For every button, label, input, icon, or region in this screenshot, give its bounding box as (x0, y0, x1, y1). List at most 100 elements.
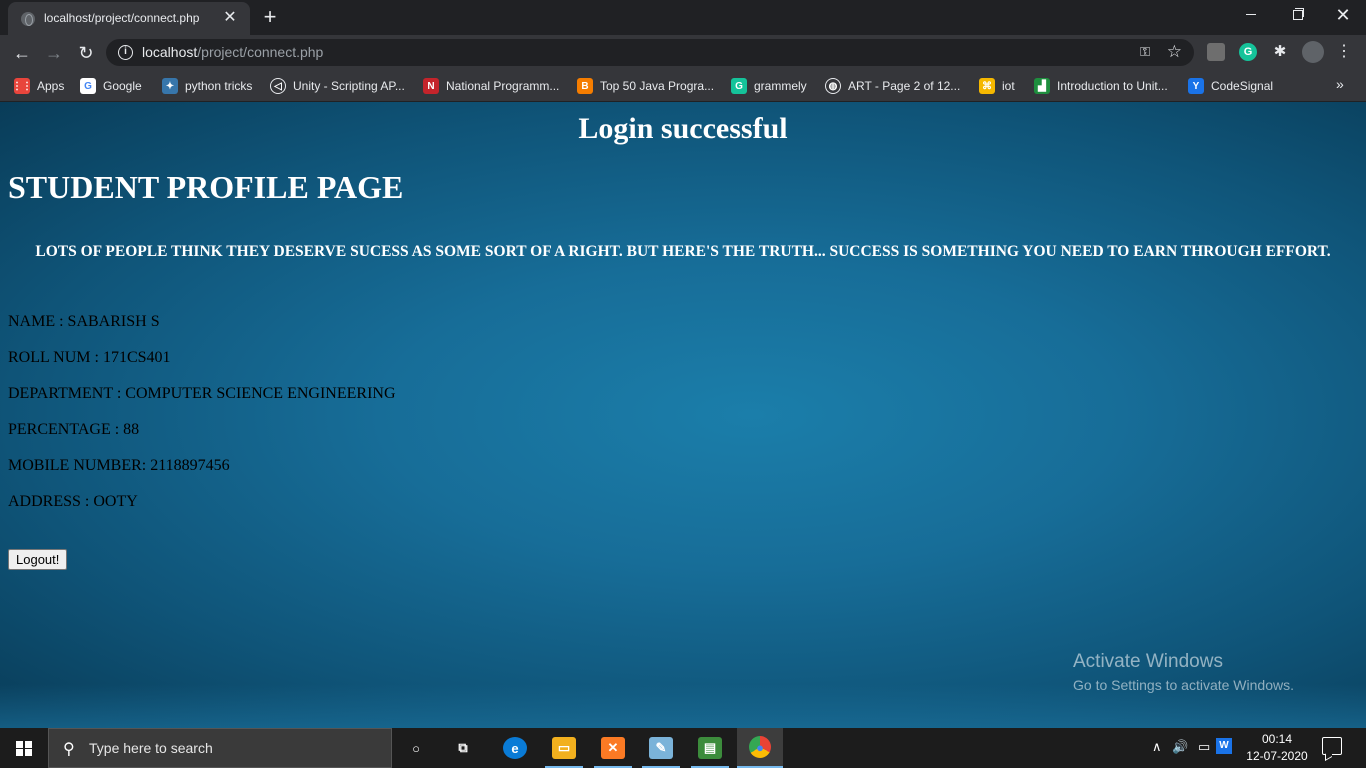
search-icon: ⚲ (63, 741, 75, 758)
bookmark-label: Google (103, 79, 142, 93)
field-mobile-number: MOBILE NUMBER: 2118897456 (8, 457, 230, 474)
watermark-subtitle: Go to Settings to activate Windows. (1073, 677, 1294, 693)
window-close-button[interactable]: ✕ (1320, 0, 1366, 30)
bookmark-label: Top 50 Java Progra... (600, 79, 715, 93)
key-icon[interactable]: ⚿ (1140, 44, 1150, 60)
extensions-puzzle-icon[interactable]: ✱ (1271, 43, 1289, 61)
windows-logo-icon (16, 741, 32, 756)
bookmark-unity-scripting-ap[interactable]: ◁ Unity - Scripting AP... (270, 76, 405, 96)
bookmark-google[interactable]: G Google (80, 76, 142, 96)
bookmark-label: iot (1002, 79, 1015, 93)
chart-icon: ▟ (1034, 78, 1050, 94)
tab-title: localhost/project/connect.php (44, 11, 200, 25)
bookmark-top-50-java-progra[interactable]: B Top 50 Java Progra... (577, 76, 714, 96)
bookmark-label: grammely (754, 79, 807, 93)
taskbar-app-chrome[interactable]: ● (737, 728, 783, 768)
reload-button[interactable]: ↻ (72, 39, 100, 67)
browser-tab-active[interactable]: localhost/project/connect.php ✕ (8, 2, 250, 35)
volume-icon[interactable]: 🔊 (1172, 739, 1188, 755)
profile-avatar[interactable] (1302, 41, 1324, 63)
bookmark-label: Introduction to Unit... (1057, 79, 1168, 93)
python-icon: ✦ (162, 78, 178, 94)
bookmark-label: Apps (37, 79, 65, 93)
blogger-icon: B (577, 78, 593, 94)
taskbar-search-input[interactable]: ⚲ Type here to search (48, 728, 392, 768)
bookmark-art-page-2-of-12[interactable]: ◍ ART - Page 2 of 12... (825, 76, 960, 96)
battery-icon[interactable]: ▭ (1198, 739, 1210, 755)
login-success-heading: Login successful (578, 112, 788, 145)
windows-taskbar: ⚲ Type here to search ○ ⧉ e ▭ ✕ ✎ ▤ ● ∧ 🔊 ▭ W 0… (0, 728, 1366, 768)
taskbar-app-task-view[interactable]: ⧉ (440, 728, 486, 768)
grammarly-icon: G (731, 78, 747, 94)
apps-grid-icon: ⋮⋮ (12, 78, 32, 94)
taskbar-clock[interactable]: 00:14 12-07-2020 (1240, 731, 1314, 765)
codesignal-icon: Y (1188, 78, 1204, 94)
taskbar-app-notepad[interactable]: ✎ (638, 728, 684, 768)
n-icon: N (423, 78, 439, 94)
unity-icon: ◁ (270, 78, 286, 94)
window-restore-button[interactable] (1274, 0, 1320, 30)
google-icon: G (80, 78, 96, 94)
sticky-chart-icon: ▤ (698, 737, 722, 759)
bookmark-label: CodeSignal (1211, 79, 1274, 93)
bookmark-introduction-to-unit[interactable]: ▟ Introduction to Unit... (1034, 76, 1168, 96)
browser-toolbar: ← → ↻ i localhost/project/connect.php ⚿ … (0, 35, 1366, 70)
bookmark-python-tricks[interactable]: ✦ python tricks (162, 76, 252, 96)
activate-windows-watermark: Activate Windows Go to Settings to activ… (1073, 651, 1294, 693)
page-title: STUDENT PROFILE PAGE (8, 169, 404, 205)
field-percentage: PERCENTAGE : 88 (8, 421, 140, 438)
new-tab-button[interactable]: + (258, 6, 282, 30)
quote-text: LOTS OF PEOPLE THINK THEY DESERVE SUCESS… (35, 243, 1331, 260)
task-view-icon: ⧉ (458, 740, 468, 755)
bookmark-label: ART - Page 2 of 12... (848, 79, 961, 93)
browser-menu-icon[interactable]: ⋮ (1334, 41, 1354, 63)
iot-icon: ⌘ (979, 78, 995, 94)
field-roll-num: ROLL NUM : 171CS401 (8, 349, 171, 366)
start-button[interactable] (0, 728, 48, 768)
back-button[interactable]: ← (8, 39, 36, 67)
clock-time: 00:14 (1261, 732, 1293, 746)
address-url[interactable]: localhost/project/connect.php (142, 44, 323, 60)
bookmarks-bar: ⋮⋮ Apps G Google ✦ python tricks ◁ Unity - Scri… (0, 70, 1366, 102)
bookmark-label: python tricks (185, 79, 253, 93)
page-viewport: Login successful STUDENT PROFILE PAGE LO… (0, 102, 1366, 728)
tab-close-icon[interactable]: ✕ (220, 8, 240, 28)
grammarly-extension-icon[interactable]: G (1239, 43, 1257, 61)
chrome-icon: ● (749, 736, 771, 758)
site-info-icon[interactable]: i (118, 45, 133, 60)
extension-icon[interactable] (1207, 43, 1225, 61)
show-hidden-icons-icon[interactable]: ∧ (1152, 739, 1162, 755)
field-department: DEPARTMENT : COMPUTER SCIENCE ENGINEERIN… (8, 385, 396, 402)
field-address: ADDRESS : OOTY (8, 493, 138, 510)
globe-icon: ◍ (825, 78, 841, 94)
logout-button[interactable]: Logout! (8, 549, 68, 570)
url-path: /project/connect.php (197, 44, 324, 60)
xampp-icon: ✕ (601, 737, 625, 759)
url-host: localhost (142, 44, 198, 60)
bookmark-codesignal[interactable]: Y CodeSignal (1188, 76, 1273, 96)
search-placeholder: Type here to search (89, 740, 213, 756)
taskbar-app-sticky-chart[interactable]: ▤ (687, 728, 733, 768)
input-method-icon[interactable]: W (1216, 738, 1232, 754)
window-minimize-button[interactable] (1228, 0, 1274, 30)
watermark-title: Activate Windows (1073, 651, 1223, 672)
globe-favicon-icon (21, 12, 35, 26)
notification-center-icon[interactable] (1322, 737, 1342, 755)
bookmark-iot[interactable]: ⌘ iot (979, 76, 1015, 96)
bookmark-grammely[interactable]: Ggrammely (731, 76, 807, 96)
taskbar-app-xampp[interactable]: ✕ (590, 728, 636, 768)
forward-button[interactable]: → (40, 39, 68, 67)
bookmark-national-programm[interactable]: N National Programm... (423, 76, 559, 96)
taskbar-app-file-explorer[interactable]: ▭ (541, 728, 587, 768)
browser-title-bar: localhost/project/connect.php ✕ + ✕ (0, 0, 1366, 35)
file-explorer-icon: ▭ (552, 737, 576, 759)
taskbar-app-edge[interactable]: e (492, 728, 538, 768)
edge-icon: e (503, 737, 527, 759)
bookmark-label: Unity - Scripting AP... (293, 79, 405, 93)
taskbar-app-cortana[interactable]: ○ (393, 728, 439, 768)
bookmark-star-icon[interactable]: ☆ (1167, 42, 1182, 62)
bookmark-apps[interactable]: ⋮⋮ Apps (12, 76, 65, 96)
clock-date: 12-07-2020 (1246, 749, 1308, 763)
address-bar[interactable]: i localhost/project/connect.php ⚿ ☆ (106, 39, 1194, 66)
bookmarks-overflow-button[interactable]: » (1336, 76, 1344, 92)
